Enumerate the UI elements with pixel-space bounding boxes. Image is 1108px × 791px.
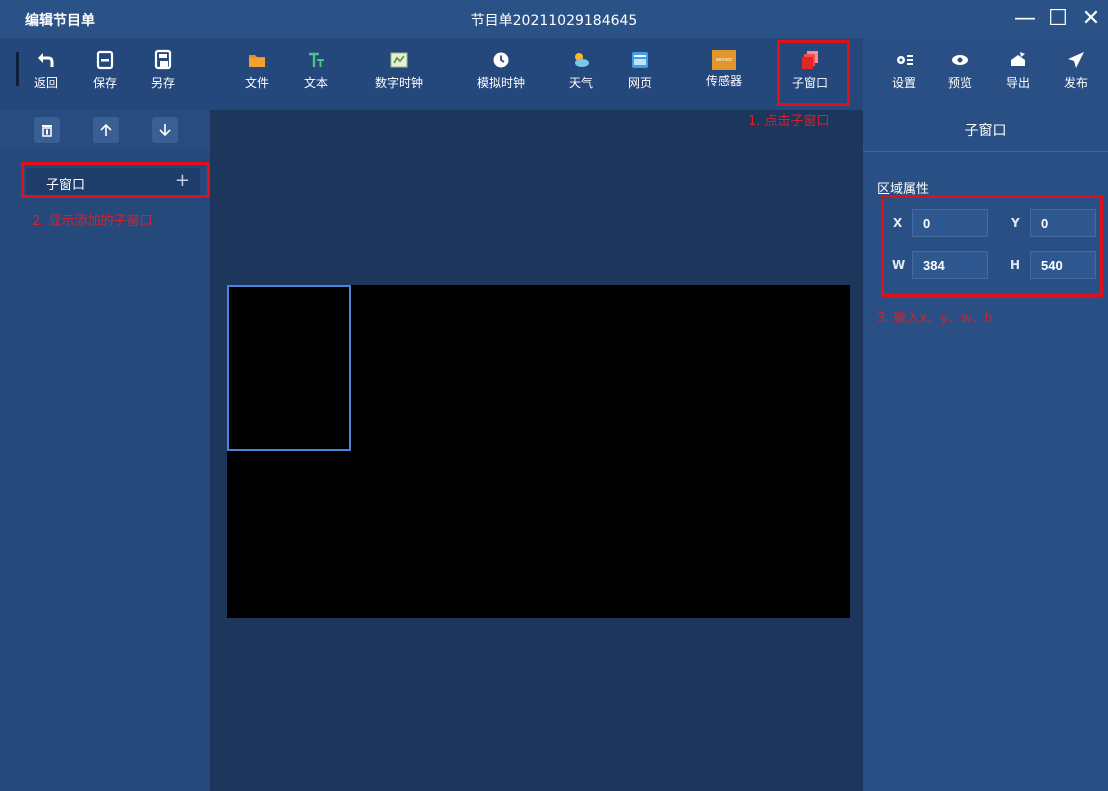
annotation-step-1: 1. 点击子窗口: [748, 114, 830, 129]
layer-toolbar: [0, 110, 210, 150]
export-button[interactable]: 导出: [990, 48, 1046, 100]
digital-clock-label: 数字时钟: [374, 76, 423, 90]
settings-icon: [897, 55, 913, 65]
properties-title: 子窗口: [863, 110, 1108, 152]
folder-icon: [249, 55, 265, 67]
save-button[interactable]: 保存: [77, 48, 133, 100]
annotation-step-2: 2. 显示添加的子窗口: [32, 214, 153, 229]
save-icon: [96, 50, 114, 70]
main-toolbar: 返回 保存 另存 文件 文本 数字时钟 模拟时钟 天气 网页 sensor 传感…: [0, 38, 1108, 110]
preview-label: 预览: [947, 76, 972, 90]
analog-clock-label: 模拟时钟: [476, 76, 525, 90]
webpage-button[interactable]: 网页: [612, 48, 668, 100]
text-label: 文本: [303, 76, 328, 90]
sensor-icon: sensor: [712, 50, 736, 70]
publish-icon: [1068, 52, 1084, 68]
save-as-label: 另存: [150, 76, 175, 90]
text-icon: [309, 52, 324, 67]
analog-clock-icon: [493, 52, 509, 68]
move-up-button[interactable]: [93, 117, 119, 143]
digital-clock-button[interactable]: 数字时钟: [371, 48, 427, 100]
preview-icon: [952, 55, 968, 65]
preview-button[interactable]: 预览: [932, 48, 988, 100]
arrow-up-icon: [100, 123, 112, 136]
weather-label: 天气: [568, 76, 593, 90]
sensor-button[interactable]: sensor 传感器: [696, 48, 752, 100]
save-as-icon: [154, 49, 172, 70]
publish-button[interactable]: 发布: [1048, 48, 1104, 100]
back-icon: [38, 53, 54, 67]
annotation-step-3: 3. 输入x、y、w、h: [877, 311, 993, 326]
file-button[interactable]: 文件: [229, 48, 285, 100]
trash-icon: [42, 125, 52, 137]
maximize-button[interactable]: ☐: [1043, 4, 1073, 34]
webpage-icon: [632, 52, 648, 68]
file-label: 文件: [244, 76, 269, 90]
back-label: 返回: [33, 76, 58, 90]
text-button[interactable]: 文本: [288, 48, 344, 100]
delete-button[interactable]: [34, 117, 60, 143]
title-bar: 编辑节目单 节目单20211029184645 — ☐ ✕: [0, 0, 1108, 38]
settings-label: 设置: [891, 76, 916, 90]
digital-clock-icon: [390, 52, 408, 68]
highlight-subwindow-button: [777, 40, 850, 106]
subwindow-region[interactable]: [227, 285, 351, 451]
sensor-label: 传感器: [705, 74, 742, 88]
minimize-button[interactable]: —: [1010, 4, 1040, 34]
save-as-button[interactable]: 另存: [135, 48, 191, 100]
highlight-layer-item: [21, 162, 210, 198]
back-button[interactable]: 返回: [18, 48, 74, 100]
highlight-region-properties: [881, 195, 1103, 297]
close-button[interactable]: ✕: [1076, 4, 1106, 34]
export-icon: [1011, 52, 1025, 66]
settings-button[interactable]: 设置: [876, 48, 932, 100]
weather-icon: [575, 53, 589, 67]
move-down-button[interactable]: [152, 117, 178, 143]
export-label: 导出: [1005, 76, 1030, 90]
layer-selection-marker: [16, 52, 19, 86]
weather-button[interactable]: 天气: [553, 48, 609, 100]
document-title: 节目单20211029184645: [470, 13, 638, 29]
analog-clock-button[interactable]: 模拟时钟: [473, 48, 529, 100]
save-label: 保存: [92, 76, 117, 90]
publish-label: 发布: [1063, 76, 1088, 90]
arrow-down-icon: [159, 124, 171, 137]
webpage-label: 网页: [627, 76, 652, 90]
